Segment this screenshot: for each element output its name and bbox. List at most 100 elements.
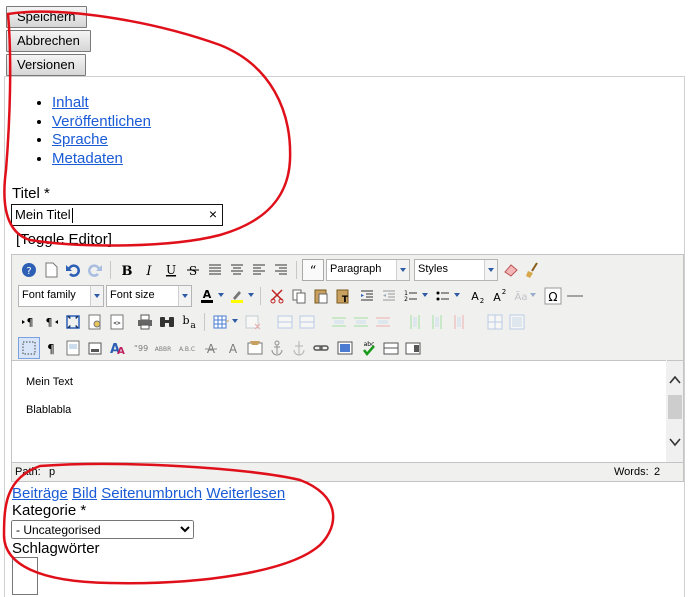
format-select[interactable]: Paragraph [326,259,410,281]
insertion-icon[interactable]: A [222,337,244,359]
row-after-icon[interactable] [296,311,318,333]
outdent-icon[interactable] [378,285,400,307]
tab-link-content[interactable]: Inhalt [52,94,89,111]
horizontal-rule-icon[interactable] [564,285,586,307]
superscript-icon[interactable]: A2 [488,285,510,307]
acronym-icon[interactable]: A.B.C [176,337,198,359]
row-before-icon[interactable] [274,311,296,333]
highlight-dropdown-icon[interactable] [246,285,256,305]
strikethrough-icon[interactable]: S [182,259,204,281]
character-map-dropdown-icon[interactable] [528,285,538,305]
editor-paragraph[interactable]: Mein Text [26,376,73,388]
svg-text:A: A [493,291,501,304]
anchor-icon[interactable] [266,337,288,359]
title-input[interactable]: Mein Titel × [11,204,223,226]
insert-column-icon[interactable] [328,311,350,333]
col-after-icon[interactable] [426,311,448,333]
paste-icon[interactable] [310,285,332,307]
ordered-list-dropdown-icon[interactable] [420,285,430,305]
align-center-icon[interactable] [226,259,248,281]
deletion-icon[interactable]: A [200,337,222,359]
unlink-icon[interactable] [288,337,310,359]
copy-icon[interactable] [288,285,310,307]
text-color-icon[interactable]: A [196,285,218,307]
insert-column-after-icon[interactable] [350,311,372,333]
unordered-list-icon[interactable] [432,285,454,307]
path-value[interactable]: p [49,466,55,478]
pagebreak-button[interactable]: Seitenumbruch [101,485,202,502]
cleanup-broom-icon[interactable] [522,259,544,281]
save-button[interactable]: Speichern [6,6,87,28]
omega-special-char-icon[interactable]: Ω [542,285,564,307]
ordered-list-icon[interactable]: 12 [400,285,422,307]
editor-paragraph[interactable]: Blablabla [26,404,71,416]
delete-col-icon[interactable] [448,311,470,333]
pagebreak-icon[interactable] [380,337,402,359]
styles-select[interactable]: Styles [414,259,498,281]
help-icon[interactable]: ? [18,259,40,281]
insert-layer-icon[interactable] [84,337,106,359]
subscript-icon[interactable]: A2 [466,285,488,307]
source-code-icon[interactable]: <> [106,311,128,333]
insert-table-icon[interactable] [210,311,232,333]
cancel-button[interactable]: Abbrechen [6,30,91,52]
tags-input[interactable] [12,557,38,595]
align-left-icon[interactable] [248,259,270,281]
search-icon[interactable] [156,311,178,333]
image-icon[interactable] [334,337,356,359]
highlight-color-icon[interactable] [226,285,248,307]
style-props-icon[interactable]: AA [106,337,128,359]
abbreviation-icon[interactable]: ABBR [152,337,174,359]
italic-icon[interactable]: I [138,259,160,281]
ltr-direction-icon[interactable]: ¶ [18,311,40,333]
split-cells-icon[interactable] [484,311,506,333]
toggle-editor-link[interactable]: [Toggle Editor] [16,231,112,248]
editor-scrollbar[interactable] [667,360,683,462]
font-size-select[interactable]: Font size [106,285,192,307]
fullscreen-icon[interactable] [62,311,84,333]
article-button[interactable]: Beiträge [12,485,68,502]
link-icon[interactable] [310,337,332,359]
attributes-icon[interactable] [244,337,266,359]
template-icon[interactable] [62,337,84,359]
eraser-icon[interactable] [500,259,522,281]
readmore-button[interactable]: Weiterlesen [206,485,285,502]
editor-content-area[interactable]: Mein Text Blablabla [12,360,666,462]
paste-text-icon[interactable]: T [332,285,354,307]
rtl-direction-icon[interactable]: ¶ [40,311,62,333]
readmore-icon[interactable] [402,337,424,359]
align-justify-icon[interactable] [204,259,226,281]
category-select[interactable]: - Uncategorised [11,520,194,539]
col-before-icon[interactable] [404,311,426,333]
preview-icon[interactable] [84,311,106,333]
cite-icon[interactable]: “99 [130,337,152,359]
delete-row-icon[interactable] [372,311,394,333]
show-blocks-icon[interactable]: ¶ [40,337,62,359]
tab-link-publish[interactable]: Veröffentlichen [52,113,151,130]
merge-cells-icon[interactable] [506,311,528,333]
redo-icon[interactable] [84,259,106,281]
print-icon[interactable] [134,311,156,333]
font-family-select[interactable]: Font family [18,285,104,307]
align-right-icon[interactable] [270,259,292,281]
versions-button[interactable]: Versionen [6,54,86,76]
tab-link-language[interactable]: Sprache [52,131,108,148]
indent-icon[interactable] [356,285,378,307]
replace-icon[interactable]: ba [178,311,200,333]
spellcheck-icon[interactable]: abc [358,337,380,359]
visual-aid-icon[interactable] [18,337,40,359]
unordered-list-dropdown-icon[interactable] [452,285,462,305]
blockquote-icon[interactable]: “ [302,259,324,281]
underline-icon[interactable]: U [160,259,182,281]
delete-table-icon[interactable] [242,311,264,333]
new-document-icon[interactable] [40,259,62,281]
tab-link-metadata[interactable]: Metadaten [52,150,123,167]
image-button[interactable]: Bild [72,485,97,502]
bold-icon[interactable]: B [116,259,138,281]
undo-icon[interactable] [62,259,84,281]
table-dropdown-icon[interactable] [230,311,240,331]
scroll-thumb[interactable] [668,395,682,419]
text-color-dropdown-icon[interactable] [216,285,226,305]
cut-icon[interactable] [266,285,288,307]
clear-icon[interactable]: × [209,206,217,222]
